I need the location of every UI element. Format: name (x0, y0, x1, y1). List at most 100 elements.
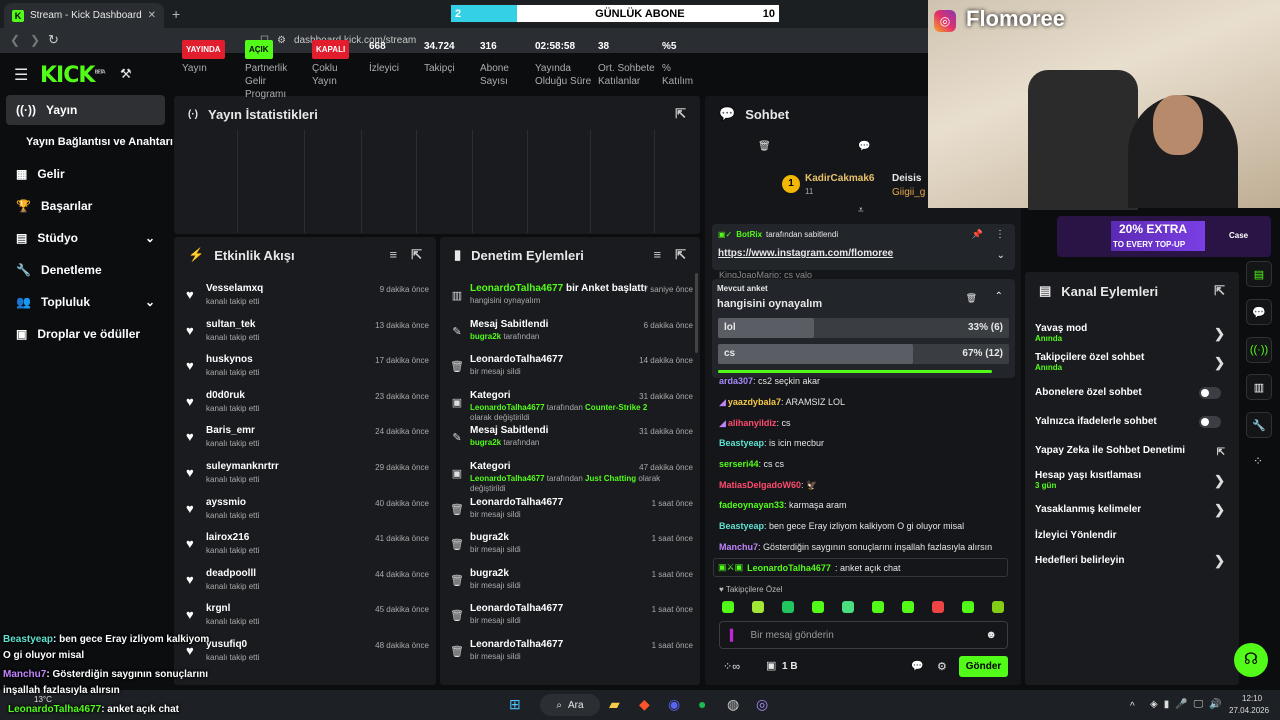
event-user[interactable]: Baris_emr (206, 425, 255, 436)
poll-option[interactable]: cs 67% (12) (718, 344, 1009, 364)
emoji-icon[interactable]: ☻ (985, 629, 997, 641)
expand-icon[interactable]: ⩡ (858, 205, 864, 216)
mod-action-row[interactable]: 🗑 bugra2k bir mesajı sildi 1 saat önce (450, 532, 693, 566)
chat-username[interactable]: yaazdybala7 (728, 397, 781, 407)
sidebar-item-gelir[interactable]: ▦ Gelir (6, 159, 165, 189)
channel-action-item[interactable]: Hedefleri belirleyin ❯ (1035, 553, 1225, 568)
tray-icons[interactable]: ◈▮🎤🖵🔊 (1150, 699, 1228, 710)
emote-icon[interactable] (872, 601, 884, 613)
chat-username[interactable]: serseri44 (719, 459, 759, 469)
event-row[interactable]: ♥ huskynos kanalı takip etti 17 dakika önce (184, 354, 429, 388)
taskbar-search[interactable]: ⌕ Ara (540, 694, 600, 716)
chat-bubble-icon[interactable]: 💬 (858, 141, 870, 152)
mod-action-row[interactable]: 🗑 bugra2k bir mesajı sildi 1 saat önce (450, 568, 693, 602)
event-user[interactable]: Vesselamxq (206, 283, 263, 294)
emote-icon[interactable] (842, 601, 854, 613)
discord-icon[interactable]: ◉ (668, 696, 680, 713)
popout-icon[interactable]: ⇱ (411, 247, 422, 263)
mod-action-row[interactable]: 🗑 LeonardoTalha4677 bir mesajı sildi 1 saat… (450, 639, 693, 673)
chat-username[interactable]: Beastyeap (719, 521, 764, 531)
tab-close-icon[interactable]: ✕ (148, 10, 156, 21)
event-user[interactable]: lairox216 (206, 532, 249, 543)
send-button[interactable]: Gönder (959, 656, 1008, 677)
kick-logo[interactable]: KICKBETA (40, 63, 106, 88)
emote-icon[interactable] (902, 601, 914, 613)
event-row[interactable]: ♥ d0d0ruk kanalı takip etti 23 dakika önce (184, 390, 429, 424)
emote-icon[interactable] (932, 601, 944, 613)
mic-icon[interactable]: ▍ (730, 629, 738, 642)
event-row[interactable]: ♥ ayssmio kanalı takip etti 40 dakika önce (184, 497, 429, 531)
settings-icon[interactable]: ⚙ (937, 660, 947, 673)
event-row[interactable]: ♥ Vesselamxq kanalı takip etti 9 dakika önc… (184, 283, 429, 317)
channel-action-item[interactable]: İzleyici Yönlendir (1035, 530, 1225, 541)
mod-action-row[interactable]: ▣ Kategori LeonardoTalha4677 tarafından Co… (450, 390, 693, 424)
mod-action-row[interactable]: ✎ Mesaj Sabitlendi bugra2k tarafından 31 da… (450, 425, 693, 459)
emote-icon[interactable] (752, 601, 764, 613)
collapse-icon[interactable]: ⌃ (995, 291, 1003, 302)
event-row[interactable]: ♥ sultan_tek kanalı takip etti 13 dakika ön… (184, 319, 429, 353)
emote-icon[interactable] (962, 601, 974, 613)
sidebar-item-basarilar[interactable]: 🏆 Başarılar (6, 191, 165, 221)
toggle-switch[interactable] (1199, 416, 1221, 428)
mod-tool-button[interactable]: 🔧 (1246, 412, 1272, 438)
channel-action-item[interactable]: Takipçilere özel sohbet Anında ❯ (1035, 352, 1225, 372)
popout-icon[interactable]: ⇱ (1214, 283, 1225, 299)
stats-tool-button[interactable]: ▤ (1246, 261, 1272, 287)
top-user-3[interactable]: Giigii_g (892, 187, 925, 198)
delete-icon[interactable]: 🗑 (758, 141, 771, 152)
mod-action-row[interactable]: 🗑 LeonardoTalha4677 bir mesajı sildi 14 dak… (450, 354, 693, 388)
support-button[interactable]: ☊ (1234, 643, 1268, 677)
event-row[interactable]: ♥ krgnl kanalı takip etti 45 dakika önce (184, 603, 429, 637)
viewers-icon[interactable]: ⁘∞ (723, 660, 740, 673)
pinned-link[interactable]: https://www.instagram.com/flomoree (718, 248, 893, 259)
chat-username[interactable]: alihanyildiz (728, 418, 777, 428)
broadcast-tool-button[interactable]: ((·)) (1246, 337, 1272, 363)
app-icon[interactable]: ◍ (727, 696, 739, 713)
sidebar-item-droplar[interactable]: ▣ Droplar ve ödüller (6, 319, 165, 349)
chat-input[interactable]: ▍ Bir mesaj gönderin ☻ (719, 621, 1008, 649)
more-tools-icon[interactable]: ⁘ (1253, 454, 1263, 468)
mod-action-row[interactable]: ✎ Mesaj Sabitlendi bugra2k tarafından 6 dak… (450, 319, 693, 353)
ad-banner[interactable]: 20% EXTRA TO EVERY TOP-UP Case (1057, 216, 1271, 257)
chat-username[interactable]: Manchu7 (719, 542, 758, 552)
brave-icon[interactable]: ◆ (639, 696, 650, 713)
top-user-1[interactable]: KadirCakmak6 (805, 173, 874, 184)
popout-icon[interactable]: ⇱ (675, 106, 686, 122)
highlight-user[interactable]: LeonardoTalha4677 (747, 563, 831, 573)
chat-username[interactable]: arda307 (719, 376, 753, 386)
more-icon[interactable]: ⋮ (995, 229, 1005, 240)
filter-icon[interactable]: ≡ (654, 247, 662, 263)
mod-action-row[interactable]: 🗑 LeonardoTalha4677 bir mesajı sildi 1 saat… (450, 603, 693, 637)
sidebar-item-denetleme[interactable]: 🔧 Denetleme (6, 255, 165, 285)
emote-icon[interactable] (812, 601, 824, 613)
mod-action-row[interactable]: ▣ Kategori LeonardoTalha4677 tarafından Ju… (450, 461, 693, 495)
browser-tab[interactable]: K Stream - Kick Dashboard ✕ (4, 3, 164, 28)
chat-username[interactable]: MatiasDelgadoW60 (719, 480, 801, 490)
channel-action-item[interactable]: Yalnızca ifadelerle sohbet (1035, 416, 1225, 428)
chat-bubble-icon[interactable]: 💬 (911, 661, 923, 672)
channel-action-item[interactable]: Hesap yaşı kısıtlaması 3 gün ❯ (1035, 470, 1225, 490)
spotify-icon[interactable]: ● (698, 696, 706, 712)
emote-icon[interactable] (992, 601, 1004, 613)
mod-action-row[interactable]: ▥ LeonardoTalha4677 bir Anket başlattı han… (450, 283, 693, 317)
chat-username[interactable]: fadeoynayan33 (719, 500, 784, 510)
channel-action-item[interactable]: Yapay Zeka ile Sohbet Denetimi ⇱ (1035, 445, 1225, 458)
clock-date[interactable]: 27.04.2026 (1229, 706, 1269, 715)
event-row[interactable]: ♥ deadpoolll kanalı takip etti 44 dakika ön… (184, 568, 429, 602)
event-user[interactable]: krgnl (206, 603, 230, 614)
sidebar-item-studyo[interactable]: ▤ Stüdyo ⌄ (6, 223, 165, 253)
reload-icon[interactable]: ↻ (48, 32, 59, 48)
event-row[interactable]: ♥ Baris_emr kanalı takip etti 24 dakika önc… (184, 425, 429, 459)
forward-icon[interactable]: ❯ (30, 33, 40, 47)
file-explorer-icon[interactable]: ▰ (609, 696, 620, 713)
channel-action-item[interactable]: Yavaş mod Anında ❯ (1035, 323, 1225, 343)
event-user[interactable]: suleymanknrtrr (206, 461, 279, 472)
event-user[interactable]: ayssmio (206, 497, 246, 508)
emote-icon[interactable] (782, 601, 794, 613)
pin-icon[interactable]: 📌 (972, 229, 983, 240)
gift-icon[interactable]: ▣ (766, 659, 776, 672)
scrollbar[interactable] (695, 273, 698, 353)
back-icon[interactable]: ❮ (10, 33, 20, 47)
hammer-icon[interactable]: ⚒ (120, 66, 132, 82)
event-row[interactable]: ♥ yusufiq0 kanalı takip etti 48 dakika önce (184, 639, 429, 673)
